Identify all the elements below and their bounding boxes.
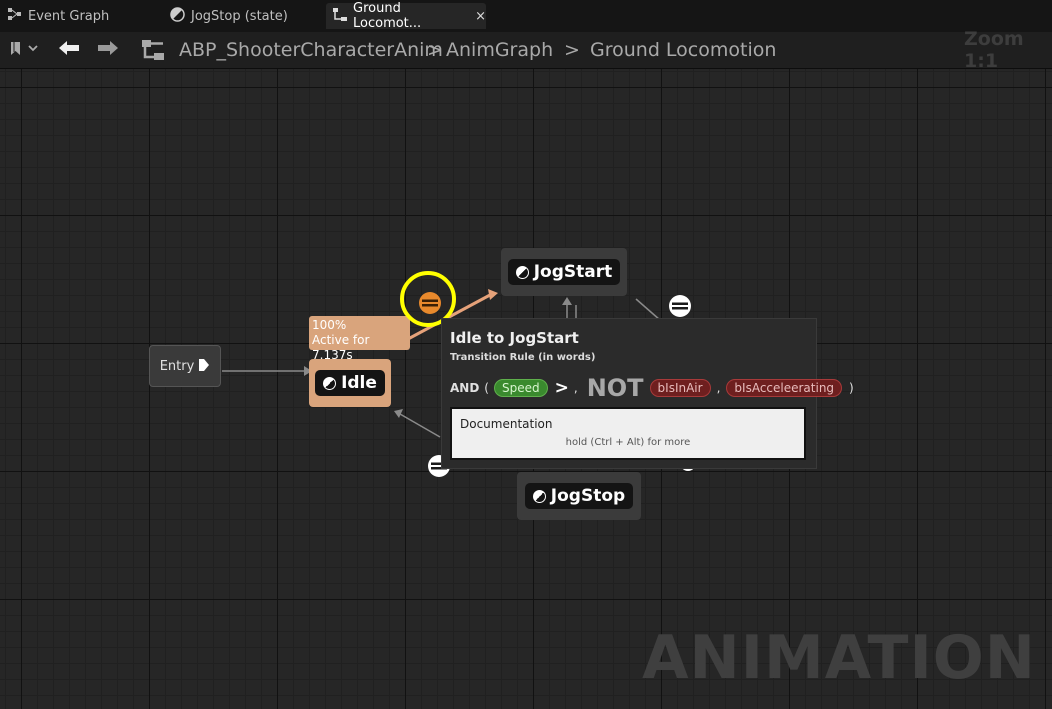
- tooltip-subtitle: Transition Rule (in words): [450, 352, 596, 363]
- tooltip-title: Idle to JogStart: [450, 329, 579, 347]
- state-icon: [323, 376, 337, 390]
- bookmark-button[interactable]: [10, 32, 40, 68]
- tab-label: Ground Locomot...: [353, 1, 422, 31]
- entry-node[interactable]: Entry: [149, 345, 221, 387]
- graph-toolbar: ABP_ShooterCharacterAnim > AnimGraph > G…: [0, 28, 1052, 72]
- rule-comma: ,: [573, 381, 578, 395]
- speed-pill: Speed: [493, 379, 548, 397]
- event-graph-icon: [8, 8, 22, 24]
- forward-arrow-icon: [97, 40, 119, 60]
- state-node-jogstart[interactable]: JogStart: [501, 248, 627, 296]
- exec-pin-icon: [198, 357, 210, 376]
- state-icon: [532, 489, 546, 503]
- tab-label: Event Graph: [28, 8, 110, 24]
- bisinair-pill: bIsInAir: [649, 379, 711, 397]
- idle-to-jogstart-arrowhead: [488, 289, 498, 300]
- tab-jogstop-state[interactable]: JogStop (state): [170, 3, 320, 29]
- state-machine-graph[interactable]: Entry 100% Active for 7.137s Idle JogSta…: [0, 69, 1052, 709]
- tab-event-graph[interactable]: Event Graph: [8, 3, 158, 29]
- idle-debug-panel: 100% Active for 7.137s: [309, 316, 410, 362]
- rule-close-paren: ): [849, 381, 854, 395]
- state-icon: [170, 6, 185, 26]
- rule-and: AND: [450, 381, 480, 395]
- back-arrow-icon: [58, 40, 80, 60]
- idle-weight: 100%: [312, 318, 347, 332]
- state-label-idle: Idle: [341, 373, 377, 393]
- tab-ground-locomotion[interactable]: Ground Locomot... ×: [326, 1, 486, 31]
- state-label-jogstop: JogStop: [550, 486, 626, 506]
- rule-greater-than: >: [554, 378, 569, 398]
- state-label-jogstart: JogStart: [533, 262, 613, 282]
- transition-rule-expression: AND ( Speed > , NOT bIsInAir , bIsAccele…: [450, 374, 854, 402]
- breadcrumb-animgraph[interactable]: AnimGraph: [446, 32, 553, 68]
- transition-rule-icon[interactable]: [669, 295, 691, 317]
- forward-button[interactable]: [97, 32, 119, 68]
- documentation-hint: hold (Ctrl + Alt) for more: [565, 437, 691, 448]
- jogstop-to-idle-wire: [399, 413, 441, 438]
- entry-label: Entry: [159, 358, 195, 374]
- breadcrumb-ground-locomotion[interactable]: Ground Locomotion: [590, 32, 776, 68]
- bisaccelerating-pill: bIsAcceleerating: [726, 379, 843, 397]
- tab-label: JogStop (state): [191, 8, 288, 24]
- state-icon: [515, 265, 529, 279]
- rule-comma: ,: [716, 381, 721, 395]
- rule-not: NOT: [586, 374, 644, 402]
- tab-bar: Event Graph JogStop (state) Ground Locom…: [0, 0, 1052, 33]
- bookmark-icon: [10, 41, 40, 60]
- documentation-box: Documentation hold (Ctrl + Alt) for more: [450, 407, 806, 460]
- breadcrumb-separator: >: [564, 39, 580, 61]
- transition-tooltip: Idle to JogStart Transition Rule (in wor…: [441, 318, 854, 469]
- state-machine-icon: [333, 7, 347, 25]
- close-icon[interactable]: ×: [475, 9, 486, 24]
- rule-open-paren: (: [484, 381, 489, 395]
- documentation-title: Documentation: [460, 417, 553, 431]
- state-node-idle[interactable]: Idle: [309, 359, 391, 407]
- zoom-indicator: Zoom 1:1: [964, 28, 1024, 72]
- jogstart-to-jogstop-wire: [635, 298, 661, 321]
- state-node-jogstop[interactable]: JogStop: [517, 472, 641, 520]
- breadcrumb-anim-blueprint[interactable]: ABP_ShooterCharacterAnim: [179, 32, 443, 68]
- back-button[interactable]: [58, 32, 80, 68]
- breadcrumb-separator: >: [427, 39, 443, 61]
- state-machine-breadcrumb-icon: [141, 32, 165, 68]
- graph-type-watermark: ANIMATION: [642, 623, 1036, 693]
